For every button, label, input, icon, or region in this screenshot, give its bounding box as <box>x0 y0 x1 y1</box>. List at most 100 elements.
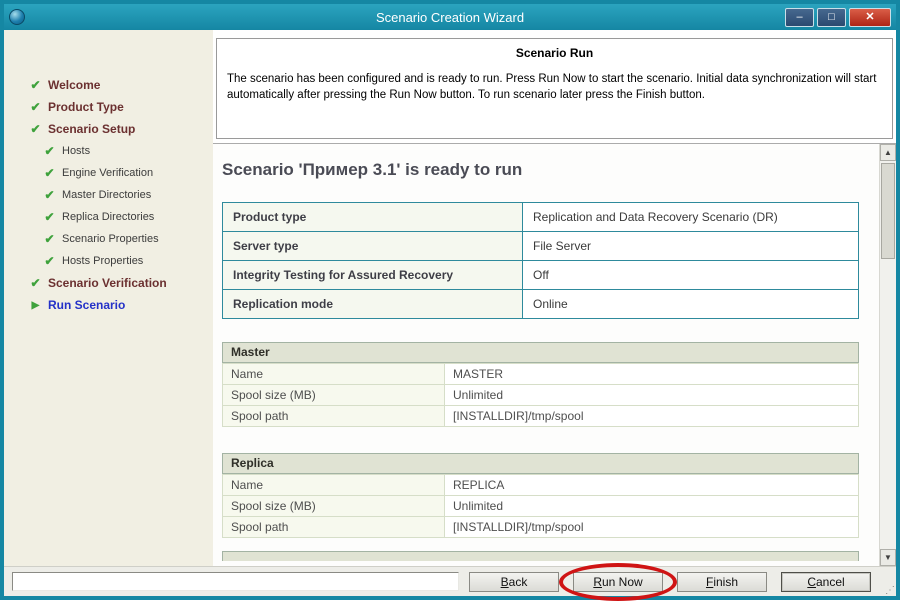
master-section: Master Name MASTER Spool size (MB) Unlimited… <box>222 342 859 427</box>
wizard-step-product-type[interactable]: ✔ Product Type <box>4 96 213 118</box>
wizard-step-label: Scenario Setup <box>48 122 136 136</box>
check-icon: ✔ <box>44 188 55 202</box>
scroll-up-button[interactable]: ▲ <box>880 144 896 161</box>
info-panel: Scenario Run The scenario has been confi… <box>216 38 893 139</box>
next-section-partial-band <box>222 551 859 561</box>
master-table-body: Name MASTER Spool size (MB) Unlimited Spool … <box>222 363 859 427</box>
run-now-highlight-wrap: Run Now <box>559 562 677 601</box>
check-icon: ✔ <box>44 166 55 180</box>
wizard-step-label: Replica Directories <box>62 211 155 223</box>
summary-row-value: Off <box>522 260 859 290</box>
close-icon: ✕ <box>865 10 875 23</box>
maximize-button[interactable]: □ <box>817 7 846 27</box>
wizard-step-run-scenario[interactable]: ▶ Run Scenario <box>4 294 213 316</box>
scroll-down-button[interactable]: ▼ <box>880 549 896 566</box>
window-controls: – □ ✕ <box>785 7 891 27</box>
info-panel-wrap: Scenario Run The scenario has been confi… <box>213 30 896 144</box>
summary-row-replication-mode: Replication mode Online <box>222 289 859 319</box>
host-row-label: Name <box>222 474 445 496</box>
master-row-spool-size-mb: Spool size (MB) Unlimited <box>222 384 859 406</box>
summary-table: Product type Replication and Data Recover… <box>222 202 859 319</box>
wizard-step-label: Hosts <box>62 145 91 157</box>
replica-section: Replica Name REPLICA Spool size (MB) Unlimit… <box>222 453 859 538</box>
run-now-button[interactable]: Run Now <box>573 571 663 592</box>
host-row-label: Name <box>222 363 445 385</box>
summary-table-body: Product type Replication and Data Recover… <box>222 202 859 319</box>
minimize-button[interactable]: – <box>785 7 814 27</box>
wizard-step-engine-verification[interactable]: ✔ Engine Verification <box>4 162 213 184</box>
check-icon: ✔ <box>30 78 41 92</box>
host-row-value: Unlimited <box>444 495 859 517</box>
content-row: Scenario 'Пример 3.1' is ready to run Pr… <box>213 144 896 566</box>
summary-row-value: Online <box>522 289 859 319</box>
app-logo-icon <box>9 9 25 25</box>
replica-row-spool-path: Spool path [INSTALLDIR]/tmp/spool <box>222 516 859 538</box>
main-panel: Scenario Run The scenario has been confi… <box>213 30 896 566</box>
close-button[interactable]: ✕ <box>849 7 891 27</box>
wizard-step-label: Engine Verification <box>62 167 154 179</box>
wizard-step-hosts-properties[interactable]: ✔ Hosts Properties <box>4 250 213 272</box>
replica-table-body: Name REPLICA Spool size (MB) Unlimited Spool… <box>222 474 859 538</box>
scroll-up-arrow-icon: ▲ <box>884 148 892 157</box>
wizard-step-replica-directories[interactable]: ✔ Replica Directories <box>4 206 213 228</box>
wizard-step-label: Run Scenario <box>48 298 126 312</box>
summary-row-label: Product type <box>222 202 523 232</box>
replica-table: Name REPLICA Spool size (MB) Unlimited Spool… <box>222 474 859 538</box>
wizard-step-scenario-setup[interactable]: ✔ Scenario Setup <box>4 118 213 140</box>
host-row-label: Spool path <box>222 405 445 427</box>
current-step-arrow-icon: ▶ <box>31 299 40 311</box>
check-icon: ✔ <box>44 144 55 158</box>
wizard-step-label: Welcome <box>48 78 101 92</box>
check-icon: ✔ <box>44 232 55 246</box>
back-button[interactable]: Back <box>469 571 559 592</box>
host-tables: Master Name MASTER Spool size (MB) Unlimited… <box>222 342 859 538</box>
wizard-step-scenario-properties[interactable]: ✔ Scenario Properties <box>4 228 213 250</box>
summary-row-label: Integrity Testing for Assured Recovery <box>222 260 523 290</box>
minimize-icon: – <box>796 10 803 23</box>
wizard-step-hosts[interactable]: ✔ Hosts <box>4 140 213 162</box>
summary-row-integrity-testing-for-assured-recovery: Integrity Testing for Assured Recovery Of… <box>222 260 859 290</box>
wizard-step-label: Scenario Properties <box>62 233 159 245</box>
summary-row-product-type: Product type Replication and Data Recover… <box>222 202 859 232</box>
summary-row-value: Replication and Data Recovery Scenario (… <box>522 202 859 232</box>
summary-row-label: Replication mode <box>222 289 523 319</box>
resize-grip[interactable]: ⋰ <box>885 585 895 596</box>
master-table: Name MASTER Spool size (MB) Unlimited Spool … <box>222 363 859 427</box>
title-bar[interactable]: Scenario Creation Wizard – □ ✕ <box>4 4 896 30</box>
host-row-value: Unlimited <box>444 384 859 406</box>
info-panel-title: Scenario Run <box>515 46 594 60</box>
check-icon: ✔ <box>44 254 55 268</box>
scenario-summary-content: Scenario 'Пример 3.1' is ready to run Pr… <box>213 144 879 566</box>
check-icon: ✔ <box>44 210 55 224</box>
content-heading: Scenario 'Пример 3.1' is ready to run <box>222 160 523 179</box>
summary-row-server-type: Server type File Server <box>222 231 859 261</box>
master-section-header: Master <box>222 342 859 363</box>
host-row-value: REPLICA <box>444 474 859 496</box>
finish-button[interactable]: Finish <box>677 571 767 592</box>
replica-row-name: Name REPLICA <box>222 474 859 496</box>
host-row-label: Spool path <box>222 516 445 538</box>
maximize-icon: □ <box>828 10 835 23</box>
wizard-step-scenario-verification[interactable]: ✔ Scenario Verification <box>4 272 213 294</box>
host-row-value: [INSTALLDIR]/tmp/spool <box>444 516 859 538</box>
wizard-step-label: Hosts Properties <box>62 255 144 267</box>
cancel-button[interactable]: Cancel <box>781 571 871 592</box>
wizard-sidebar: ✔ Welcome ✔ Product Type ✔ Scenario Setup ✔ Hos… <box>4 30 213 566</box>
check-icon: ✔ <box>30 100 41 114</box>
summary-row-label: Server type <box>222 231 523 261</box>
wizard-step-master-directories[interactable]: ✔ Master Directories <box>4 184 213 206</box>
scrollbar-thumb[interactable] <box>881 163 895 259</box>
replica-section-header: Replica <box>222 453 859 474</box>
window-title: Scenario Creation Wizard <box>375 9 525 25</box>
wizard-step-label: Scenario Verification <box>48 276 167 290</box>
scrollbar-track[interactable] <box>880 261 896 549</box>
wizard-steps: ✔ Welcome ✔ Product Type ✔ Scenario Setup ✔ Hos… <box>4 74 213 316</box>
summary-row-value: File Server <box>522 231 859 261</box>
scenario-creation-wizard-window: Scenario Creation Wizard – □ ✕ ✔ Welcome ✔… <box>0 0 900 601</box>
footer-buttons: Back Run Now Finish Cancel <box>469 562 871 601</box>
host-row-label: Spool size (MB) <box>222 495 445 517</box>
check-icon: ✔ <box>30 122 41 136</box>
wizard-step-welcome[interactable]: ✔ Welcome <box>4 74 213 96</box>
host-row-value: [INSTALLDIR]/tmp/spool <box>444 405 859 427</box>
vertical-scrollbar[interactable]: ▲ ▼ <box>879 144 896 566</box>
